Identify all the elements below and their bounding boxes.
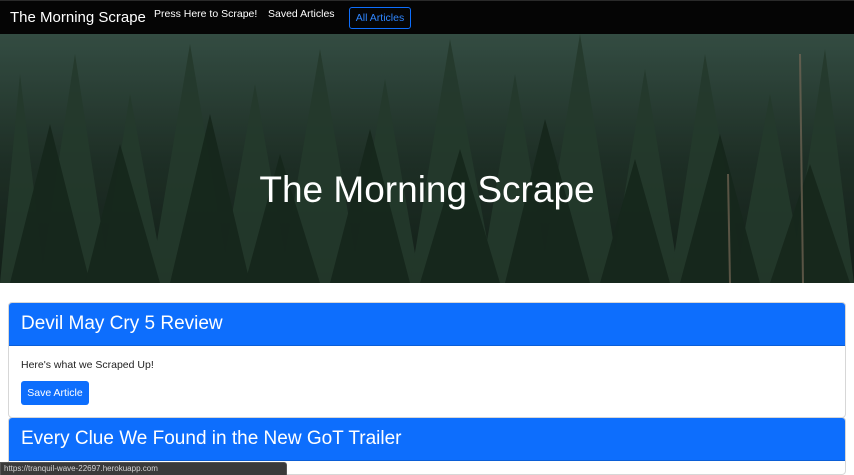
article-card: Devil May Cry 5 Review Here's what we Sc… (8, 302, 846, 418)
navbar: The Morning Scrape Press Here to Scrape!… (0, 0, 854, 34)
nav-link-saved-articles[interactable]: Saved Articles (268, 8, 335, 21)
forest-background-image (0, 34, 854, 283)
save-article-button[interactable]: Save Article (21, 381, 89, 405)
navbar-brand[interactable]: The Morning Scrape (10, 8, 146, 27)
nav-link-scrape[interactable]: Press Here to Scrape! (154, 8, 257, 21)
nav-link-all-articles[interactable]: All Articles (349, 7, 411, 29)
article-title: Every Clue We Found in the New GoT Trail… (9, 418, 845, 461)
hero-title: The Morning Scrape (259, 169, 595, 210)
browser-status-url: https://tranquil-wave-22697.herokuapp.co… (0, 462, 287, 475)
hero-banner: The Morning Scrape (0, 34, 854, 283)
article-title: Devil May Cry 5 Review (9, 303, 845, 346)
article-summary: Here's what we Scraped Up! (21, 359, 154, 371)
